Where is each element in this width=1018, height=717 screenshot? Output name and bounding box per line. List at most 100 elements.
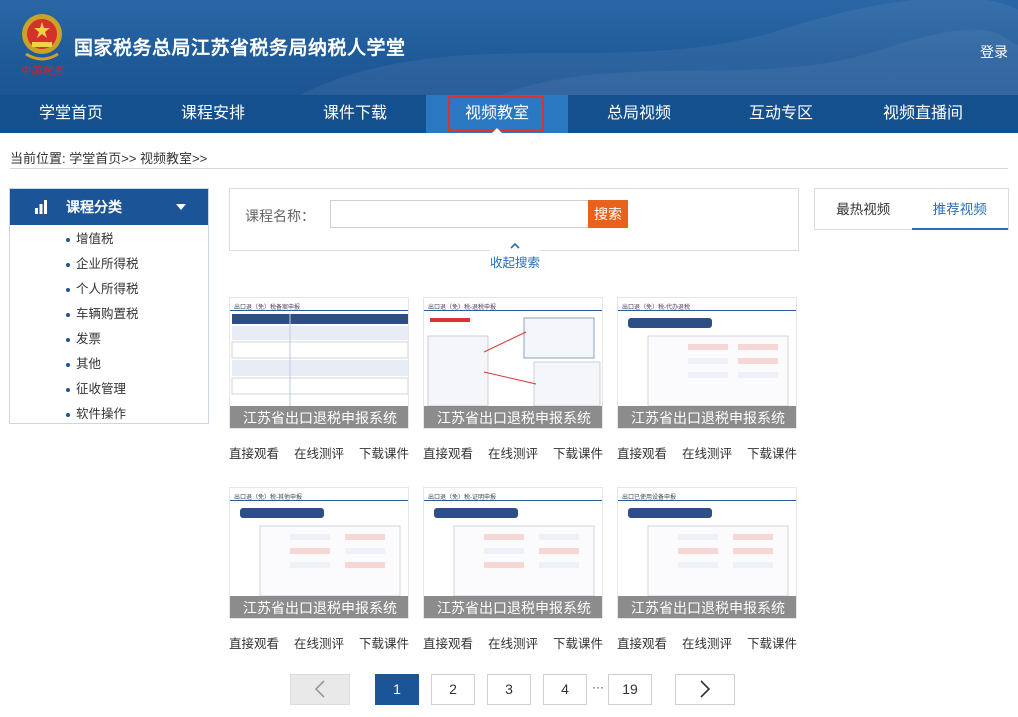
sidebar-item-label: 征收管理 [76, 382, 127, 396]
video-caption: 江苏省出口退税申报系统 [230, 406, 408, 428]
watch-now-link[interactable]: 直接观看 [229, 633, 279, 652]
bullet-icon [66, 238, 70, 242]
login-link[interactable]: 登录 [980, 42, 1008, 62]
page-button-19[interactable]: 19 [608, 674, 652, 705]
breadcrumb: 当前位置: 学堂首页>> 视频教室>> [10, 151, 208, 166]
online-test-link[interactable]: 在线测评 [294, 443, 344, 462]
bullet-icon [66, 313, 70, 317]
video-actions: 直接观看 在线测评 下载课件 [229, 443, 409, 462]
watch-now-link[interactable]: 直接观看 [423, 443, 473, 462]
site-header: 中国税务 国家税务总局江苏省税务局纳税人学堂 登录 [0, 0, 1018, 95]
collapse-search-label: 收起搜索 [490, 256, 541, 270]
tab-label: 推荐视频 [932, 202, 987, 217]
bullet-icon [66, 288, 70, 292]
page-button-1[interactable]: 1 [375, 674, 419, 705]
video-actions: 直接观看 在线测评 下载课件 [423, 633, 603, 652]
watch-now-link[interactable]: 直接观看 [229, 443, 279, 462]
nav-item-downloads[interactable]: 课件下载 [284, 95, 426, 133]
sidebar-item-vat[interactable]: 增值税 [10, 227, 208, 252]
thumbnail-form-graphic [240, 508, 401, 597]
bullet-icon [66, 338, 70, 342]
collapse-search-toggle[interactable]: 收起搜索 [490, 241, 540, 271]
nav-item-video-classroom[interactable]: 视频教室 [426, 95, 568, 133]
online-test-link[interactable]: 在线测评 [682, 443, 732, 462]
page-button-2[interactable]: 2 [431, 674, 475, 705]
thumbnail-form-graphic [434, 508, 595, 597]
download-courseware-link[interactable]: 下载课件 [359, 633, 409, 652]
video-caption: 江苏省出口退税申报系统 [230, 596, 408, 618]
online-test-link[interactable]: 在线测评 [682, 633, 732, 652]
video-thumbnail[interactable]: 出口已使用设备申报 江苏省出口退税申报系统 [617, 487, 797, 619]
thumbnail-divider [230, 500, 408, 501]
video-thumbnail[interactable]: 出口退（免）税-证明申报 江苏省出口退税申报系统 [423, 487, 603, 619]
sidebar-item-collection-management[interactable]: 征收管理 [10, 377, 208, 402]
course-category-sidebar: 课程分类 增值税 企业所得税 个人所得税 车辆购置税 发票 其他 征收管理 软件… [9, 188, 209, 424]
page-button-3[interactable]: 3 [487, 674, 531, 705]
site-title: 国家税务总局江苏省税务局纳税人学堂 [74, 38, 406, 59]
caret-down-icon [176, 204, 186, 210]
tax-emblem-icon [22, 14, 62, 61]
sidebar-item-corporate-income-tax[interactable]: 企业所得税 [10, 252, 208, 277]
sidebar-item-individual-income-tax[interactable]: 个人所得税 [10, 277, 208, 302]
download-courseware-link[interactable]: 下载课件 [553, 443, 603, 462]
video-thumbnail[interactable]: 出口退（免）税备案申报 江苏省出口退税申报系统 [229, 297, 409, 429]
watch-now-link[interactable]: 直接观看 [617, 443, 667, 462]
watch-now-link[interactable]: 直接观看 [617, 633, 667, 652]
online-test-link[interactable]: 在线测评 [294, 633, 344, 652]
sidebar-item-other[interactable]: 其他 [10, 352, 208, 377]
video-thumbnail[interactable]: 出口退（免）税-退税申报 江苏省出口退税申报系统 [423, 297, 603, 429]
page-ellipsis: ··· [592, 680, 604, 694]
active-indicator-triangle [492, 128, 502, 133]
sidebar-item-vehicle-purchase-tax[interactable]: 车辆购置税 [10, 302, 208, 327]
bullet-icon [66, 413, 70, 417]
sidebar-item-software-operation[interactable]: 软件操作 [10, 402, 208, 427]
watch-now-link[interactable]: 直接观看 [423, 633, 473, 652]
tab-label: 最热视频 [836, 202, 891, 217]
video-tabs: 最热视频 推荐视频 [814, 188, 1009, 230]
nav-item-interaction[interactable]: 互动专区 [710, 95, 852, 133]
active-highlight-box [448, 96, 544, 132]
sidebar-item-label: 其他 [76, 357, 102, 371]
main-nav: 学堂首页 课程安排 课件下载 视频教室 总局视频 互动专区 视频直播间 [0, 95, 1018, 133]
video-actions: 直接观看 在线测评 下载课件 [423, 443, 603, 462]
online-test-link[interactable]: 在线测评 [488, 633, 538, 652]
nav-item-home[interactable]: 学堂首页 [0, 95, 142, 133]
sidebar-item-label: 企业所得税 [76, 257, 139, 271]
thumbnail-divider [618, 310, 796, 311]
nav-item-live-room[interactable]: 视频直播间 [852, 95, 994, 133]
prev-page-button[interactable] [290, 674, 350, 705]
search-label: 课程名称： [245, 208, 315, 224]
chevron-left-icon [314, 680, 325, 698]
video-caption: 江苏省出口退税申报系统 [618, 596, 796, 618]
sidebar-item-invoice[interactable]: 发票 [10, 327, 208, 352]
page-button-4[interactable]: 4 [543, 674, 587, 705]
download-courseware-link[interactable]: 下载课件 [359, 443, 409, 462]
video-thumbnail[interactable]: 出口退（免）税-代办退税 江苏省出口退税申报系统 [617, 297, 797, 429]
nav-item-label: 课件下载 [322, 105, 387, 122]
tab-recommended-videos[interactable]: 推荐视频 [911, 189, 1009, 230]
sidebar-item-label: 车辆购置税 [76, 307, 139, 321]
nav-item-schedule[interactable]: 课程安排 [142, 95, 284, 133]
thumbnail-divider [424, 310, 602, 311]
video-caption: 江苏省出口退税申报系统 [618, 406, 796, 428]
nav-item-sat-videos[interactable]: 总局视频 [568, 95, 710, 133]
sidebar-item-label: 发票 [76, 332, 102, 346]
chevron-up-icon [510, 242, 520, 249]
nav-item-label: 互动专区 [748, 105, 813, 122]
video-thumbnail[interactable]: 出口退（免）税-其他申报 江苏省出口退税申报系统 [229, 487, 409, 619]
download-courseware-link[interactable]: 下载课件 [747, 633, 797, 652]
next-page-button[interactable] [675, 674, 735, 705]
emblem-caption: 中国税务 [20, 66, 64, 77]
download-courseware-link[interactable]: 下载课件 [553, 633, 603, 652]
online-test-link[interactable]: 在线测评 [488, 443, 538, 462]
video-actions: 直接观看 在线测评 下载课件 [617, 443, 797, 462]
tab-hottest-videos[interactable]: 最热视频 [815, 189, 912, 229]
download-courseware-link[interactable]: 下载课件 [747, 443, 797, 462]
sidebar-item-label: 软件操作 [76, 407, 127, 421]
video-actions: 直接观看 在线测评 下载课件 [229, 633, 409, 652]
search-button[interactable]: 搜索 [588, 200, 628, 228]
sidebar-header[interactable]: 课程分类 [10, 189, 208, 225]
sidebar-item-label: 增值税 [76, 232, 114, 246]
nav-item-label: 学堂首页 [38, 105, 103, 122]
course-name-input[interactable] [330, 200, 588, 228]
